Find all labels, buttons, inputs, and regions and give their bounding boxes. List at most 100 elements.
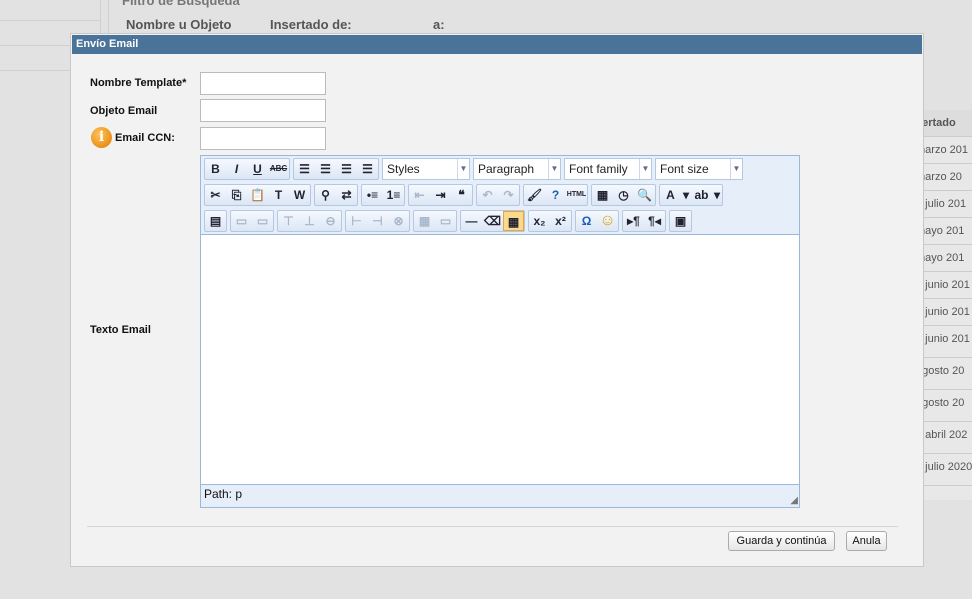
- numbered-list-icon[interactable]: 1≡: [383, 185, 404, 205]
- toolbar-group: ▸¶ ¶◂: [622, 210, 666, 232]
- chevron-down-icon[interactable]: ▼: [730, 159, 742, 179]
- delete-row-icon[interactable]: ⊖: [320, 211, 341, 231]
- filter-label: a:: [433, 17, 445, 32]
- font-color-icon[interactable]: A: [660, 185, 681, 205]
- highlight-menu-icon[interactable]: ▾: [712, 185, 722, 205]
- row-after-icon[interactable]: ⊥: [299, 211, 320, 231]
- chevron-down-icon[interactable]: ▼: [457, 159, 469, 179]
- dialog-title: Envío Email: [72, 35, 922, 54]
- toolbar-group: ⊢ ⊣ ⊗: [345, 210, 410, 232]
- insert-time-icon[interactable]: ◷: [613, 185, 634, 205]
- toolbar-group: ▦ ◷ 🔍: [591, 184, 656, 206]
- toolbar-group: A ▾ ab ▾: [659, 184, 723, 206]
- font-size-select[interactable]: Font size ▼: [655, 158, 743, 180]
- help-icon[interactable]: ?: [545, 185, 566, 205]
- special-char-icon[interactable]: Ω: [576, 211, 597, 231]
- cut-icon[interactable]: ✂: [205, 185, 226, 205]
- rtl-icon[interactable]: ¶◂: [644, 211, 665, 231]
- toolbar-group: x₂ x²: [528, 210, 572, 232]
- toolbar-group: ⊤ ⊥ ⊖: [277, 210, 342, 232]
- divider: [87, 526, 898, 527]
- replace-icon[interactable]: ⇄: [336, 185, 357, 205]
- font-color-menu-icon[interactable]: ▾: [681, 185, 691, 205]
- toolbar-group: •≡ 1≡: [361, 184, 405, 206]
- select-value: Paragraph: [478, 162, 535, 176]
- toolbar-group: Ω ☺: [575, 210, 619, 232]
- toolbar-group: ☰ ☰ ☰ ☰: [293, 158, 379, 180]
- highlight-icon[interactable]: ab: [691, 185, 712, 205]
- align-right-icon[interactable]: ☰: [336, 159, 357, 179]
- copy-icon[interactable]: ⎘: [226, 185, 247, 205]
- save-continue-button[interactable]: Guarda y continúa: [728, 531, 835, 551]
- horizontal-rule-icon[interactable]: —: [461, 211, 482, 231]
- table-props-icon[interactable]: ▤: [205, 211, 226, 231]
- cell-props-icon[interactable]: ▭: [252, 211, 273, 231]
- toolbar-group: ▭ ▭: [230, 210, 274, 232]
- cancel-button[interactable]: Anula: [846, 531, 887, 551]
- align-center-icon[interactable]: ☰: [315, 159, 336, 179]
- subscript-icon[interactable]: x₂: [529, 211, 550, 231]
- row-before-icon[interactable]: ⊤: [278, 211, 299, 231]
- delete-col-icon[interactable]: ⊗: [388, 211, 409, 231]
- visual-aid-icon[interactable]: ▦: [503, 211, 524, 231]
- toolbar-group: ▤: [204, 210, 227, 232]
- paragraph-select[interactable]: Paragraph ▼: [473, 158, 561, 180]
- bullet-list-icon[interactable]: •≡: [362, 185, 383, 205]
- paste-icon[interactable]: 📋: [247, 185, 268, 205]
- editor-path: Path: p: [204, 487, 243, 501]
- redo-icon[interactable]: ↷: [498, 185, 519, 205]
- ltr-icon[interactable]: ▸¶: [623, 211, 644, 231]
- blockquote-icon[interactable]: ❝: [451, 185, 472, 205]
- remove-format-icon[interactable]: ⌫: [482, 211, 503, 231]
- styles-select[interactable]: Styles ▼: [382, 158, 470, 180]
- toolbar-group: — ⌫ ▦: [460, 210, 525, 232]
- nombre-template-label: Nombre Template*: [90, 77, 187, 89]
- row-props-icon[interactable]: ▭: [231, 211, 252, 231]
- chevron-down-icon[interactable]: ▼: [639, 159, 651, 179]
- filter-label: Insertado de:: [270, 17, 352, 32]
- emoticons-icon[interactable]: ☺: [597, 211, 618, 231]
- toolbar-row: B I U ABC ☰ ☰ ☰ ☰ Styles ▼ Paragraph ▼ Font family ▼ F…: [201, 156, 799, 182]
- undo-icon[interactable]: ↶: [477, 185, 498, 205]
- chevron-down-icon[interactable]: ▼: [548, 159, 560, 179]
- select-value: Font family: [569, 162, 628, 176]
- resize-grip-icon[interactable]: ◢: [790, 495, 798, 506]
- split-cells-icon[interactable]: ▦: [414, 211, 435, 231]
- col-before-icon[interactable]: ⊢: [346, 211, 367, 231]
- outdent-icon[interactable]: ⇤: [409, 185, 430, 205]
- superscript-icon[interactable]: x²: [550, 211, 571, 231]
- paste-word-icon[interactable]: W: [289, 185, 310, 205]
- toolbar-group: ▣: [669, 210, 692, 232]
- paste-text-icon[interactable]: T: [268, 185, 289, 205]
- divider: [0, 20, 100, 21]
- col-after-icon[interactable]: ⊣: [367, 211, 388, 231]
- font-family-select[interactable]: Font family ▼: [564, 158, 652, 180]
- toolbar-group: ▦ ▭: [413, 210, 457, 232]
- italic-icon[interactable]: I: [226, 159, 247, 179]
- toolbar-row: ▤ ▭ ▭ ⊤ ⊥ ⊖ ⊢ ⊣ ⊗ ▦ ▭ — ⌫ ▦ x₂ x² Ω ☺ ▸¶ ¶◂ ▣: [201, 208, 799, 234]
- toolbar-row: ✂ ⎘ 📋 T W ⚲ ⇄ •≡ 1≡ ⇤ ⇥ ❝ ↶ ↷ 🖌? HTML ▦ ◷ 🔍 A ▾ ab ▾: [201, 182, 799, 208]
- email-ccn-input[interactable]: [200, 127, 326, 150]
- info-icon[interactable]: i: [91, 127, 112, 148]
- rich-text-editor: B I U ABC ☰ ☰ ☰ ☰ Styles ▼ Paragraph ▼ Font family ▼ F…: [200, 155, 800, 508]
- editor-content-area[interactable]: [201, 234, 799, 485]
- objeto-email-input[interactable]: [200, 99, 326, 122]
- texto-email-label: Texto Email: [90, 324, 151, 336]
- align-left-icon[interactable]: ☰: [294, 159, 315, 179]
- toolbar-group: ⚲ ⇄: [314, 184, 358, 206]
- select-value: Font size: [660, 162, 709, 176]
- preview-icon[interactable]: 🔍: [634, 185, 655, 205]
- insert-date-icon[interactable]: ▦: [592, 185, 613, 205]
- strikethrough-icon[interactable]: ABC: [268, 159, 289, 179]
- html-icon[interactable]: HTML: [566, 185, 587, 205]
- underline-icon[interactable]: U: [247, 159, 268, 179]
- merge-cells-icon[interactable]: ▭: [435, 211, 456, 231]
- fullscreen-icon[interactable]: ▣: [670, 211, 691, 231]
- bold-icon[interactable]: B: [205, 159, 226, 179]
- cleanup-icon[interactable]: 🖌: [524, 185, 545, 205]
- indent-icon[interactable]: ⇥: [430, 185, 451, 205]
- nombre-template-input[interactable]: [200, 72, 326, 95]
- toolbar-group: ⇤ ⇥ ❝: [408, 184, 473, 206]
- find-icon[interactable]: ⚲: [315, 185, 336, 205]
- align-justify-icon[interactable]: ☰: [357, 159, 378, 179]
